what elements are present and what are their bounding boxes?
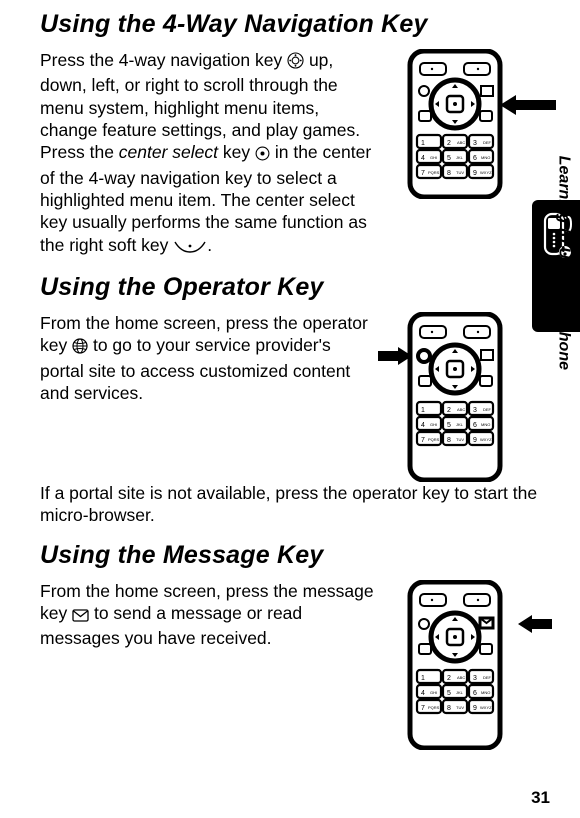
heading-message-key: Using the Message Key bbox=[40, 541, 540, 570]
svg-text:TUV: TUV bbox=[456, 437, 464, 442]
svg-text:9: 9 bbox=[473, 170, 477, 177]
phone-illustration-operator: 1 2 ABC 3 DEF 4 GHI 5 JKL 6 MNO 7PQRS 8 TUV 9WXYZ bbox=[390, 312, 540, 482]
svg-text:6: 6 bbox=[473, 422, 477, 429]
svg-text:MNO: MNO bbox=[481, 155, 490, 160]
svg-text:PQRS: PQRS bbox=[428, 705, 440, 710]
svg-text:7: 7 bbox=[421, 705, 425, 712]
keyword-center-select: center select bbox=[119, 142, 218, 162]
svg-text:4: 4 bbox=[421, 690, 425, 697]
phone-illustration-nav: 1 2 ABC 3 DEF 4 GHI 5 JKL 6 MNO 7PQRS 8 TUV 9WXYZ bbox=[390, 49, 540, 199]
svg-text:9: 9 bbox=[473, 705, 477, 712]
page-number: 31 bbox=[531, 788, 550, 808]
svg-text:8: 8 bbox=[447, 170, 451, 177]
callout-arrow-icon bbox=[378, 346, 412, 366]
svg-text:ABC: ABC bbox=[457, 407, 465, 412]
para-operator-key: From the home screen, press the operator… bbox=[40, 312, 376, 405]
svg-text:6: 6 bbox=[473, 155, 477, 162]
svg-text:MNO: MNO bbox=[481, 690, 490, 695]
svg-text:1: 1 bbox=[421, 407, 425, 414]
svg-text:5: 5 bbox=[447, 690, 451, 697]
svg-text:WXYZ: WXYZ bbox=[480, 170, 492, 175]
text: . bbox=[207, 235, 212, 255]
svg-text:4: 4 bbox=[421, 422, 425, 429]
svg-text:7: 7 bbox=[421, 170, 425, 177]
globe-icon bbox=[72, 337, 88, 359]
svg-text:2: 2 bbox=[447, 140, 451, 147]
text: Press the 4-way navigation key bbox=[40, 50, 287, 70]
svg-text:TUV: TUV bbox=[456, 705, 464, 710]
svg-text:3: 3 bbox=[473, 140, 477, 147]
svg-text:3: 3 bbox=[473, 407, 477, 414]
svg-text:2: 2 bbox=[447, 675, 451, 682]
svg-text:1: 1 bbox=[421, 675, 425, 682]
svg-text:7: 7 bbox=[421, 437, 425, 444]
para-nav-key-intro: Press the 4-way navigation key up, down,… bbox=[40, 49, 376, 260]
phone-illustration-message: 1 2 ABC 3 DEF 4 GHI 5 JKL 6 MNO 7PQRS 8 TUV 9WXYZ bbox=[390, 580, 540, 750]
text: key bbox=[218, 142, 255, 162]
para-operator-fallback: If a portal site is not available, press… bbox=[40, 482, 540, 527]
svg-text:4: 4 bbox=[421, 155, 425, 162]
svg-text:JKL: JKL bbox=[456, 690, 464, 695]
para-message-key: From the home screen, press the message … bbox=[40, 580, 376, 650]
callout-arrow-icon bbox=[500, 93, 556, 117]
svg-text:PQRS: PQRS bbox=[428, 170, 440, 175]
svg-text:GHI: GHI bbox=[430, 690, 437, 695]
svg-text:5: 5 bbox=[447, 155, 451, 162]
svg-text:ABC: ABC bbox=[457, 675, 465, 680]
svg-text:TUV: TUV bbox=[456, 170, 464, 175]
heading-nav-key: Using the 4-Way Navigation Key bbox=[40, 10, 540, 39]
nav-ring-icon bbox=[287, 52, 304, 74]
svg-text:1: 1 bbox=[421, 140, 425, 147]
svg-text:GHI: GHI bbox=[430, 422, 437, 427]
svg-text:MNO: MNO bbox=[481, 422, 490, 427]
svg-text:3: 3 bbox=[473, 675, 477, 682]
svg-text:WXYZ: WXYZ bbox=[480, 437, 492, 442]
center-dot-icon bbox=[255, 144, 270, 166]
callout-arrow-icon bbox=[518, 614, 552, 634]
svg-text:PQRS: PQRS bbox=[428, 437, 440, 442]
svg-text:ABC: ABC bbox=[457, 140, 465, 145]
heading-operator-key: Using the Operator Key bbox=[40, 273, 540, 302]
svg-text:JKL: JKL bbox=[456, 155, 464, 160]
svg-text:DEF: DEF bbox=[483, 675, 492, 680]
svg-text:8: 8 bbox=[447, 705, 451, 712]
softkey-icon bbox=[173, 237, 207, 259]
svg-text:6: 6 bbox=[473, 690, 477, 697]
envelope-icon bbox=[72, 605, 89, 627]
svg-text:8: 8 bbox=[447, 437, 451, 444]
svg-text:WXYZ: WXYZ bbox=[480, 705, 492, 710]
svg-text:GHI: GHI bbox=[430, 155, 437, 160]
svg-text:2: 2 bbox=[447, 407, 451, 414]
svg-text:JKL: JKL bbox=[456, 422, 464, 427]
svg-text:DEF: DEF bbox=[483, 140, 492, 145]
svg-text:5: 5 bbox=[447, 422, 451, 429]
svg-text:DEF: DEF bbox=[483, 407, 492, 412]
svg-text:9: 9 bbox=[473, 437, 477, 444]
